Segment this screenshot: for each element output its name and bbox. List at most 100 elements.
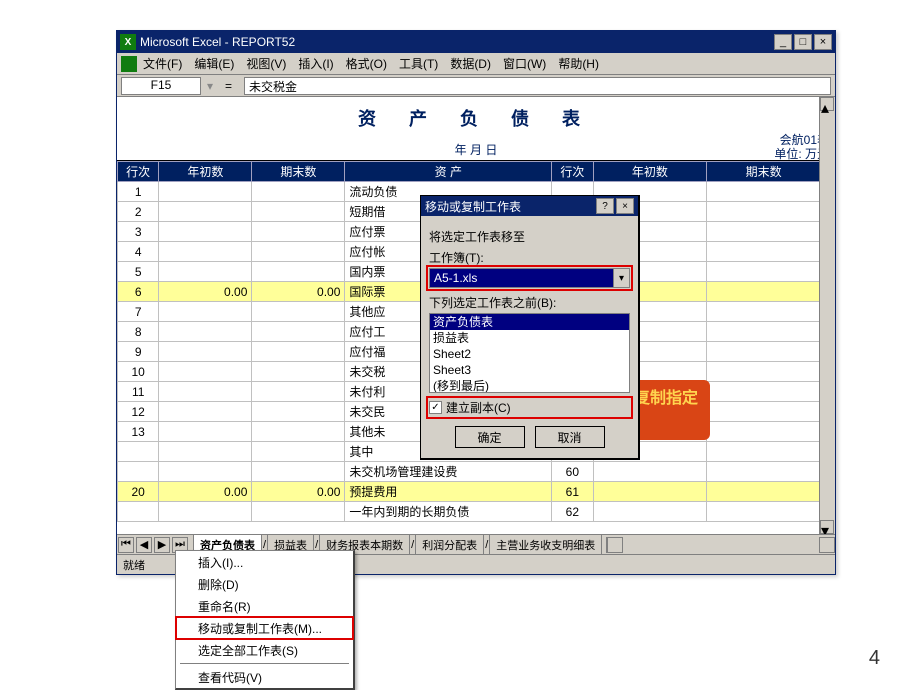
cell[interactable]: [707, 402, 821, 422]
cell[interactable]: [159, 262, 252, 282]
cell[interactable]: [159, 222, 252, 242]
cell[interactable]: [159, 322, 252, 342]
cell[interactable]: [707, 322, 821, 342]
cell[interactable]: 4: [118, 242, 159, 262]
cell[interactable]: 0.00: [159, 282, 252, 302]
cell[interactable]: [159, 382, 252, 402]
cell[interactable]: 8: [118, 322, 159, 342]
cell[interactable]: 5: [118, 262, 159, 282]
cell[interactable]: [252, 502, 345, 522]
cell[interactable]: [159, 422, 252, 442]
cell[interactable]: [707, 262, 821, 282]
cell[interactable]: 7: [118, 302, 159, 322]
cell[interactable]: [252, 342, 345, 362]
cell[interactable]: [707, 382, 821, 402]
minimize-button[interactable]: _: [774, 34, 792, 50]
cell[interactable]: 1: [118, 182, 159, 202]
scroll-up-icon[interactable]: ▴: [820, 97, 834, 111]
horizontal-scrollbar[interactable]: [606, 537, 835, 553]
list-item[interactable]: (移到最后): [430, 378, 629, 393]
cell[interactable]: 2: [118, 202, 159, 222]
menu-item[interactable]: 移动或复制工作表(M)...: [176, 617, 353, 639]
cell[interactable]: [593, 482, 707, 502]
menu-window[interactable]: 窗口(W): [503, 55, 546, 72]
ok-button[interactable]: 确定: [455, 426, 525, 448]
dropdown-icon[interactable]: ▾: [613, 269, 629, 287]
cell[interactable]: [707, 482, 821, 502]
cell[interactable]: [252, 302, 345, 322]
menu-data[interactable]: 数据(D): [450, 55, 491, 72]
cell[interactable]: [118, 462, 159, 482]
menu-tools[interactable]: 工具(T): [399, 55, 438, 72]
cell[interactable]: [159, 202, 252, 222]
menu-item[interactable]: 选定全部工作表(S): [176, 639, 353, 661]
cell[interactable]: 13: [118, 422, 159, 442]
vertical-scrollbar[interactable]: ▴ ▾: [819, 97, 835, 534]
cell[interactable]: 6: [118, 282, 159, 302]
menu-file[interactable]: 文件(F): [143, 55, 182, 72]
menu-view[interactable]: 视图(V): [246, 55, 286, 72]
cell[interactable]: [159, 502, 252, 522]
scroll-down-icon[interactable]: ▾: [820, 520, 834, 534]
cell[interactable]: [252, 322, 345, 342]
cell[interactable]: [159, 462, 252, 482]
cell[interactable]: 10: [118, 362, 159, 382]
workbook-combo[interactable]: A5-1.xls ▾: [429, 268, 630, 288]
cell[interactable]: [118, 442, 159, 462]
cell[interactable]: [707, 242, 821, 262]
menu-item[interactable]: 删除(D): [176, 573, 353, 595]
sheet-tab[interactable]: 主营业务收支明细表: [489, 534, 602, 555]
cell[interactable]: [593, 462, 707, 482]
create-copy-row[interactable]: ✓ 建立副本(C): [429, 399, 630, 416]
list-item[interactable]: Sheet2: [430, 346, 629, 362]
tab-nav-prev[interactable]: ◀: [136, 537, 152, 553]
cell[interactable]: [252, 402, 345, 422]
cell[interactable]: 61: [552, 482, 593, 502]
cell[interactable]: [252, 462, 345, 482]
cell[interactable]: [252, 422, 345, 442]
cell[interactable]: 0.00: [252, 282, 345, 302]
cell[interactable]: [159, 362, 252, 382]
cell[interactable]: 预提费用: [345, 482, 552, 502]
cell[interactable]: [159, 182, 252, 202]
table-row[interactable]: 未交机场管理建设费60: [118, 462, 821, 482]
dialog-titlebar[interactable]: 移动或复制工作表 ? ×: [421, 196, 638, 216]
cell[interactable]: [252, 202, 345, 222]
cell[interactable]: 一年内到期的长期负债: [345, 502, 552, 522]
cell[interactable]: [159, 442, 252, 462]
cell[interactable]: [252, 262, 345, 282]
list-item[interactable]: 资产负债表: [430, 314, 629, 330]
cell[interactable]: 62: [552, 502, 593, 522]
sheet-listbox[interactable]: 资产负债表损益表Sheet2Sheet3(移到最后): [429, 313, 630, 393]
cell[interactable]: 9: [118, 342, 159, 362]
cell[interactable]: [707, 362, 821, 382]
cell[interactable]: [252, 222, 345, 242]
cell[interactable]: 0.00: [252, 482, 345, 502]
formula-input[interactable]: 未交税金: [244, 77, 831, 95]
cell[interactable]: [252, 242, 345, 262]
cell[interactable]: [707, 442, 821, 462]
cell[interactable]: [252, 182, 345, 202]
list-item[interactable]: Sheet3: [430, 362, 629, 378]
cell[interactable]: [707, 502, 821, 522]
cell[interactable]: [159, 342, 252, 362]
menu-insert[interactable]: 插入(I): [298, 55, 333, 72]
cell[interactable]: [252, 362, 345, 382]
menu-item[interactable]: 插入(I)...: [176, 551, 353, 573]
cell[interactable]: 0.00: [159, 482, 252, 502]
cell[interactable]: 60: [552, 462, 593, 482]
cell[interactable]: [707, 282, 821, 302]
create-copy-checkbox[interactable]: ✓: [429, 401, 442, 414]
cell[interactable]: [252, 442, 345, 462]
close-button[interactable]: ×: [814, 34, 832, 50]
menu-help[interactable]: 帮助(H): [558, 55, 599, 72]
cancel-button[interactable]: 取消: [535, 426, 605, 448]
cell[interactable]: [707, 462, 821, 482]
cell[interactable]: 20: [118, 482, 159, 502]
cell[interactable]: [707, 182, 821, 202]
cell[interactable]: [707, 202, 821, 222]
menu-format[interactable]: 格式(O): [346, 55, 387, 72]
tab-nav-next[interactable]: ▶: [154, 537, 170, 553]
menu-item[interactable]: 重命名(R): [176, 595, 353, 617]
cell[interactable]: 12: [118, 402, 159, 422]
